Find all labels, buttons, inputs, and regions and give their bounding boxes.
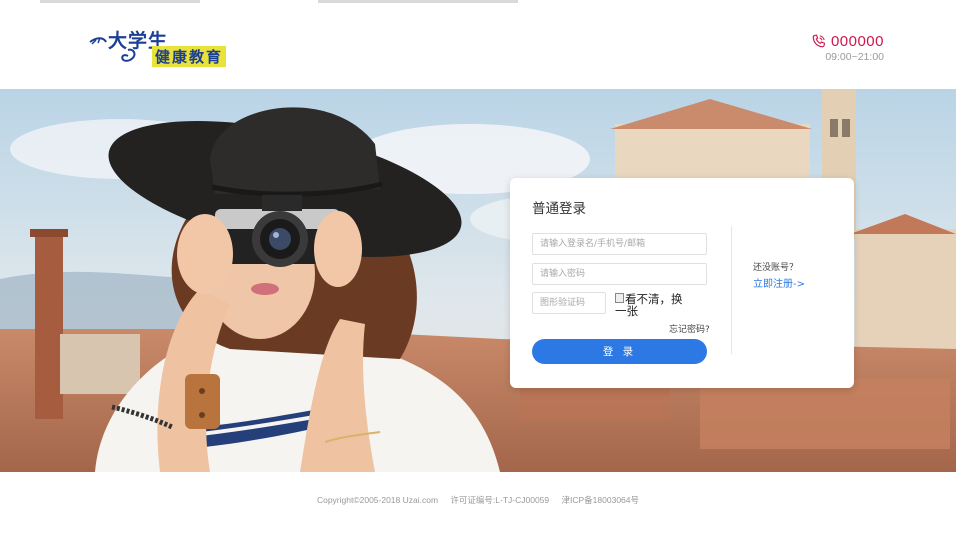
phone-icon	[812, 34, 826, 48]
login-button[interactable]: 登 录	[532, 339, 707, 364]
site-logo[interactable]: 大学生 健康教育	[88, 26, 248, 67]
site-header: 大学生 健康教育 000000 09:00~21:00	[0, 0, 956, 88]
page: 大学生 健康教育 000000 09:00~21:00 普通登录 请输入登录名/…	[0, 0, 956, 538]
phone-number: 000000	[830, 33, 884, 50]
license-text: 许可证编号:L-TJ-CJ00059	[450, 495, 550, 505]
contact-phone: 000000 09:00~21:00	[810, 33, 884, 63]
captcha-image[interactable]: 看不清，换一张	[615, 293, 689, 317]
logo-text-secondary: 健康教育	[152, 46, 227, 67]
card-divider	[731, 226, 732, 354]
icp-text: 津ICP备18003064号	[561, 495, 640, 505]
captcha-alt-text: 看不清，换一张	[615, 292, 683, 318]
copyright-text: Copyright©2005-2018 Uzai.com	[316, 495, 439, 505]
password-input[interactable]	[532, 263, 707, 285]
site-footer: Copyright©2005-2018 Uzai.com 许可证编号:L-TJ-…	[0, 494, 956, 506]
no-account-text: 还没账号？	[753, 263, 799, 273]
username-input[interactable]	[532, 233, 707, 255]
forgot-password-link[interactable]: 忘记密码?	[669, 322, 710, 335]
login-card: 普通登录 看不清，换一张 忘记密码? 登 录 还没账号？ 立即注册->	[510, 178, 854, 388]
broken-image-icon	[615, 293, 624, 303]
captcha-input[interactable]	[532, 292, 606, 314]
login-title: 普通登录	[532, 201, 586, 217]
register-link[interactable]: 立即注册->	[753, 275, 805, 290]
service-hours: 09:00~21:00	[825, 51, 884, 63]
